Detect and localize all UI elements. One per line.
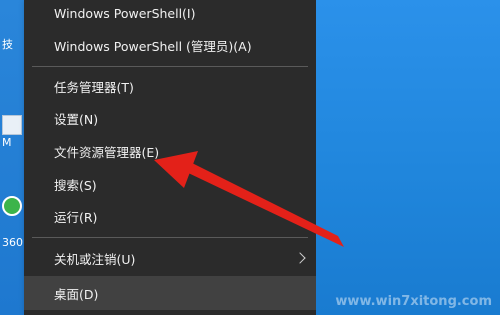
red-arrow-annotation — [154, 151, 344, 247]
arrow-shaft — [182, 160, 344, 247]
